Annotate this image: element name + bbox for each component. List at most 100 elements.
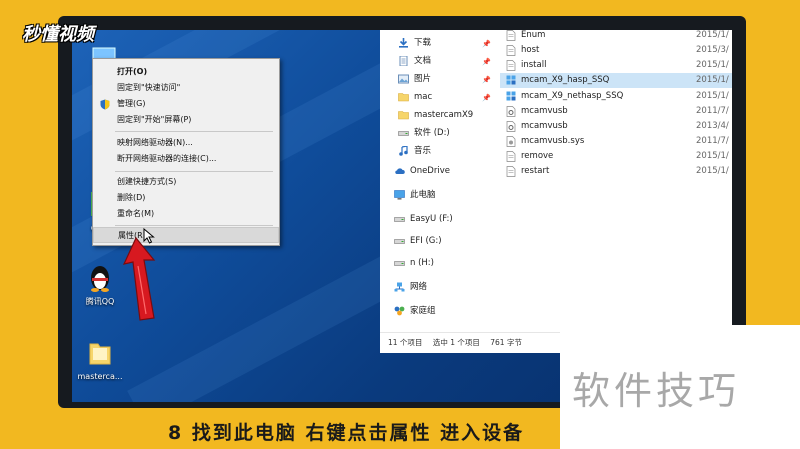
nav-item-mac[interactable]: mac — [398, 88, 432, 106]
shield-icon — [100, 99, 110, 110]
file-name: mcamvusb.sys — [521, 136, 585, 146]
menu-separator — [115, 131, 273, 132]
file-row[interactable]: remove 2015/1/ — [500, 149, 732, 164]
nav-item-drive-g[interactable]: EFI (G:) — [394, 232, 442, 250]
explorer-nav-pane: 下载 📌 文档 📌 图片 📌 mac 📌 mastercamX9 软件 (D:)… — [380, 30, 494, 332]
subtitle-text: 8 找到此电脑 右键点击属性 进入设备 — [168, 422, 525, 444]
file-date: 2015/1/ — [696, 75, 729, 85]
network-icon — [394, 282, 405, 291]
file-date: 2015/3/ — [696, 45, 729, 55]
file-row[interactable]: mcamvusb 2013/4/ — [500, 119, 732, 134]
menu-item-pin-start[interactable]: 固定到"开始"屏幕(P) — [93, 112, 279, 128]
nav-item-label: OneDrive — [410, 166, 450, 176]
music-icon — [399, 145, 408, 156]
menu-item-disconnect-drive[interactable]: 断开网络驱动器的连接(C)... — [93, 151, 279, 167]
folder-icon — [398, 110, 409, 119]
red-arrow-annotation-icon — [122, 236, 156, 321]
desktop-icon-label: masterca... — [77, 372, 123, 381]
status-selected: 选中 1 个项目 — [432, 338, 480, 347]
file-name: remove — [521, 151, 554, 161]
file-row[interactable]: restart 2015/1/ — [500, 164, 732, 179]
file-date: 2015/1/ — [696, 166, 729, 176]
nav-item-label: mastercamX9 — [414, 110, 474, 120]
watermark-text: 软件技巧 — [572, 369, 741, 413]
nav-item-drive-d[interactable]: 软件 (D:) — [398, 124, 450, 142]
file-row-selected[interactable]: mcam_X9_hasp_SSQ 2015/1/ — [500, 73, 732, 88]
file-icon — [506, 45, 516, 56]
explorer-file-list: Enum 2015/1/ host 2015/3/ install 2015/1… — [500, 30, 732, 332]
file-name: install — [521, 60, 547, 70]
menu-separator — [115, 171, 273, 172]
drive-icon — [394, 238, 405, 244]
menu-item-open[interactable]: 打开(O) — [93, 64, 279, 80]
homegroup-icon — [394, 306, 405, 315]
channel-logo: 秒懂视频 — [22, 24, 94, 45]
file-name: restart — [521, 166, 550, 176]
file-icon — [506, 151, 516, 162]
file-row[interactable]: mcam_X9_nethasp_SSQ 2015/1/ — [500, 89, 732, 104]
nav-item-documents[interactable]: 文档 — [398, 52, 431, 70]
file-row[interactable]: Enum 2015/1/ — [500, 28, 732, 43]
context-menu: 打开(O) 固定到"快速访问" 管理(G) 固定到"开始"屏幕(P) 映射网络驱… — [92, 58, 280, 246]
menu-separator — [115, 225, 273, 226]
nav-item-label: mac — [414, 92, 433, 102]
file-name: mcam_X9_hasp_SSQ — [521, 75, 610, 85]
file-icon — [506, 30, 516, 41]
file-row[interactable]: install 2015/1/ — [500, 58, 732, 73]
picture-icon — [398, 74, 409, 83]
document-icon — [399, 55, 408, 66]
pin-icon: 📌 — [482, 58, 491, 66]
nav-item-label: 音乐 — [414, 146, 432, 156]
desktop-icon-mastercam[interactable]: masterca... — [72, 338, 128, 381]
nav-item-drive-h[interactable]: n (H:) — [394, 254, 434, 272]
folder-icon — [89, 343, 111, 365]
nav-item-label: 此电脑 — [410, 190, 436, 200]
nav-item-label: 下载 — [414, 38, 432, 48]
nav-item-drive-f[interactable]: EasyU (F:) — [394, 210, 453, 228]
nav-item-music[interactable]: 音乐 — [398, 142, 431, 160]
nav-item-network[interactable]: 网络 — [394, 278, 427, 296]
file-date: 2011/7/ — [696, 106, 729, 116]
nav-item-label: 网络 — [410, 282, 428, 292]
nav-item-label: 图片 — [414, 74, 432, 84]
file-date: 2015/1/ — [696, 91, 729, 101]
nav-item-mastercamx9[interactable]: mastercamX9 — [398, 106, 473, 124]
file-name: mcam_X9_nethasp_SSQ — [521, 91, 624, 101]
menu-item-rename[interactable]: 重命名(M) — [93, 206, 279, 222]
nav-item-pictures[interactable]: 图片 — [398, 70, 431, 88]
nav-item-label: 文档 — [414, 56, 432, 66]
nav-item-label: 软件 (D:) — [414, 128, 450, 138]
menu-item-manage[interactable]: 管理(G) — [93, 96, 279, 112]
pin-icon: 📌 — [482, 94, 491, 102]
nav-item-onedrive[interactable]: OneDrive — [394, 162, 450, 180]
file-name: host — [521, 45, 540, 55]
menu-item-create-shortcut[interactable]: 创建快捷方式(S) — [93, 174, 279, 190]
computer-icon — [394, 189, 405, 200]
nav-item-label: EFI (G:) — [410, 236, 442, 246]
status-item-count: 11 个项目 — [388, 338, 423, 347]
drive-icon — [394, 216, 405, 222]
nav-item-label: n (H:) — [410, 258, 434, 268]
file-row[interactable]: mcamvusb.sys 2011/7/ — [500, 134, 732, 149]
pin-icon: 📌 — [482, 40, 491, 48]
file-date: 2015/1/ — [696, 60, 729, 70]
file-icon — [506, 166, 516, 177]
file-name: Enum — [521, 30, 546, 40]
registry-icon — [506, 75, 516, 85]
penguin-icon — [91, 266, 109, 292]
nav-item-homegroup[interactable]: 家庭组 — [394, 302, 436, 320]
file-date: 2013/4/ — [696, 121, 729, 131]
file-date: 2015/1/ — [696, 30, 729, 40]
file-row[interactable]: host 2015/3/ — [500, 43, 732, 58]
file-row[interactable]: mcamvusb 2011/7/ — [500, 104, 732, 119]
nav-item-downloads[interactable]: 下载 — [398, 34, 431, 52]
menu-item-delete[interactable]: 删除(D) — [93, 190, 279, 206]
menu-item-map-drive[interactable]: 映射网络驱动器(N)... — [93, 135, 279, 151]
menu-item-pin-quick-access[interactable]: 固定到"快速访问" — [93, 80, 279, 96]
sys-file-icon — [506, 136, 516, 147]
pin-icon: 📌 — [482, 76, 491, 84]
nav-item-this-pc[interactable]: 此电脑 — [394, 186, 436, 204]
download-icon — [399, 37, 408, 48]
settings-file-icon — [506, 106, 516, 117]
file-name: mcamvusb — [521, 121, 568, 131]
